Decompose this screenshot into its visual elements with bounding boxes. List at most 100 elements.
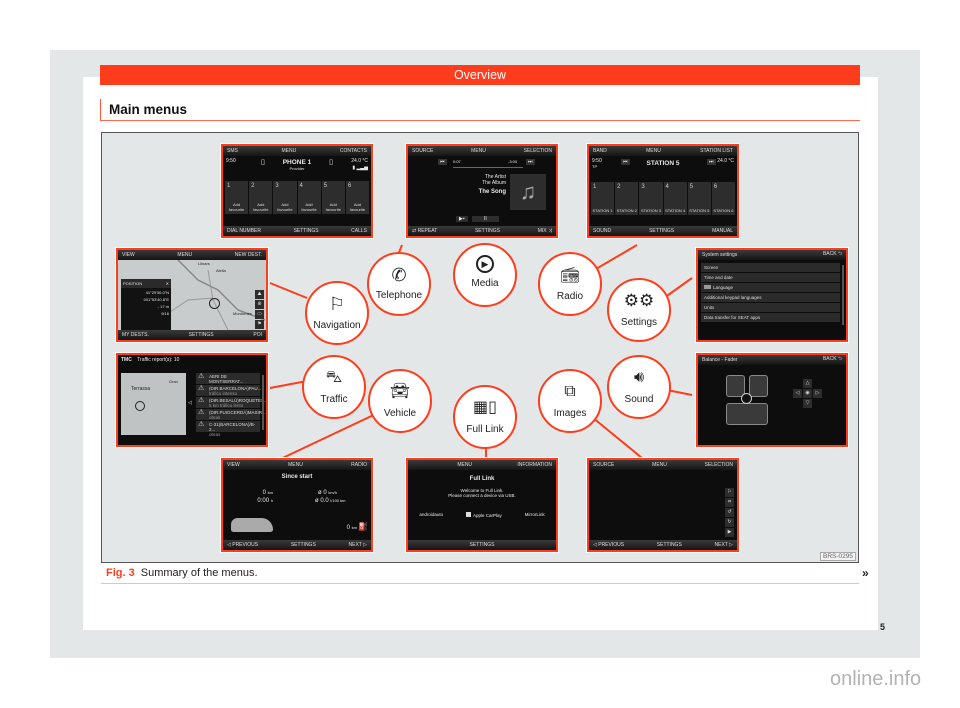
preset-slot[interactable]: 2 STATION 2 [615, 182, 639, 215]
up-arrow-button[interactable]: △ [803, 379, 812, 388]
route-icon[interactable]: ⚑ [255, 320, 264, 329]
view-button[interactable]: VIEW [122, 252, 135, 258]
preset-slot[interactable]: 5 STATION 5 [687, 182, 711, 215]
menu-button[interactable]: MENU [457, 462, 472, 468]
settings-button[interactable]: SETTINGS [294, 228, 319, 234]
balance-point-icon[interactable] [741, 393, 752, 404]
list-item[interactable]: Language [701, 283, 840, 292]
station-list-button[interactable]: STATION LIST [700, 148, 733, 154]
manual-button[interactable]: MANUAL [712, 228, 733, 234]
new-destination-button[interactable]: NEW DEST. [235, 252, 262, 258]
calls-button[interactable]: CALLS [351, 228, 367, 234]
slideshow-play-icon[interactable]: ▶ [725, 528, 734, 537]
sound-button[interactable]: SOUND [593, 228, 611, 234]
contacts-button[interactable]: CONTACTS [340, 148, 367, 154]
list-item[interactable]: Time and date [701, 273, 840, 282]
list-item[interactable]: Data transfer for SEAT apps [701, 313, 840, 322]
settings-button[interactable]: SETTINGS [189, 332, 214, 338]
previous-track-icon[interactable]: ⏮ [438, 159, 447, 165]
favourite-slot[interactable]: 4 Add favourite [297, 181, 321, 214]
rotate-left-icon[interactable]: ↺ [725, 508, 734, 517]
repeat-button[interactable]: ⇄ REPEAT [412, 228, 437, 234]
info-icon[interactable]: ⚐ [725, 488, 734, 497]
previous-button[interactable]: ◁ PREVIOUS [593, 542, 624, 548]
map-mode-icon[interactable]: ⛰ [255, 290, 264, 299]
menu-button[interactable]: MENU [288, 462, 303, 468]
mirrorlink-option[interactable]: MirrorLink [525, 512, 545, 518]
preset-slot[interactable]: 3 STATION 3 [639, 182, 663, 215]
menu-button[interactable]: MENU [646, 148, 661, 154]
menu-button[interactable]: MENU [177, 252, 192, 258]
information-button[interactable]: INFORMATION [517, 462, 552, 468]
favourite-slot[interactable]: 5 Add favourite [321, 181, 345, 214]
source-button[interactable]: SOURCE [412, 148, 433, 154]
traffic-report[interactable]: ⚠ (DIR.BESALÚ)ROQUETES... 5 km tráfico len… [196, 397, 266, 408]
next-track-icon[interactable]: ⏭ [526, 159, 535, 165]
dial-number-button[interactable]: DIAL NUMBER [227, 228, 261, 234]
band-button[interactable]: BAND [593, 148, 607, 154]
traffic-report[interactable]: ⚠ C-31(BARCELONA)/B-2... obras [196, 421, 260, 437]
list-item[interactable]: Screen [701, 263, 840, 272]
menu-circle-media[interactable]: ▶ Media [453, 243, 517, 307]
next-button[interactable]: NEXT ▷ [349, 542, 367, 548]
favourite-slot[interactable]: 6 Add favourite [345, 181, 370, 214]
traffic-report[interactable]: ⚠ (DIR.BARCELONA)PAU... tráfico intenso [196, 385, 261, 396]
radio-button[interactable]: RADIO [351, 462, 367, 468]
left-arrow-button[interactable]: ◁ [793, 389, 802, 398]
android-auto-option[interactable]: androidauto [419, 512, 443, 518]
preset-slot[interactable]: 6 STATION 6 [711, 182, 736, 215]
next-button[interactable]: NEXT ▷ [715, 542, 733, 548]
back-button[interactable]: BACK ⮌ [823, 251, 842, 259]
menu-button[interactable]: MENU [652, 462, 667, 468]
traffic-report[interactable]: ⚠ (DIR.PUIGCERDÀ)MASIR... obras [196, 409, 266, 420]
list-item[interactable]: Units [701, 303, 840, 312]
menu-circle-settings[interactable]: ⚙⚙ Settings [607, 278, 671, 342]
selection-button[interactable]: SELECTION [705, 462, 733, 468]
traffic-report[interactable]: ⚠AERI DE MONTSERRAT...obras [196, 373, 260, 389]
my-destinations-button[interactable]: MY DESTS. [122, 332, 149, 338]
mix-button[interactable]: MIX ⤨ [538, 228, 552, 234]
car-seats-diagram[interactable] [722, 371, 772, 431]
settings-button[interactable]: SETTINGS [291, 542, 316, 548]
play-mode-button[interactable]: ▶▪ [456, 216, 468, 222]
menu-circle-traffic[interactable]: ⛍ Traffic [302, 355, 366, 419]
rotate-right-icon[interactable]: ↻ [725, 518, 734, 527]
menu-button[interactable]: MENU [281, 148, 296, 154]
menu-circle-telephone[interactable]: ✆ Telephone [367, 252, 431, 316]
menu-circle-full-link[interactable]: ▦▯ Full Link [453, 385, 517, 449]
menu-circle-navigation[interactable]: ⚐ Navigation [305, 281, 369, 345]
fit-screen-icon[interactable]: ⌗ [725, 498, 734, 507]
preset-slot[interactable]: 4 STATION 4 [663, 182, 687, 215]
scrollbar[interactable] [842, 265, 844, 325]
seek-forward-icon[interactable]: ⏭ [707, 159, 716, 165]
map[interactable]: Llinars Alella Montornès POSITION ✕ 41°2… [118, 260, 266, 330]
collapse-arrow-icon[interactable]: ◁ [188, 400, 192, 406]
favourite-slot[interactable]: 3 Add favourite [273, 181, 297, 214]
center-button[interactable]: ◉ [803, 389, 812, 398]
zoom-icon[interactable]: ▭ [255, 310, 264, 319]
settings-button[interactable]: SETTINGS [475, 228, 500, 234]
source-button[interactable]: SOURCE [593, 462, 614, 468]
poi-button[interactable]: POI [253, 332, 262, 338]
menu-circle-sound[interactable]: 🔊︎ Sound [607, 355, 671, 419]
settings-button[interactable]: SETTINGS [657, 542, 682, 548]
menu-circle-radio[interactable]: 📻︎ Radio [538, 252, 602, 316]
menu-circle-images[interactable]: ⧉ Images [538, 369, 602, 433]
list-item[interactable]: Additional keypad languages [701, 293, 840, 302]
back-button[interactable]: BACK ⮌ [823, 356, 842, 364]
right-arrow-button[interactable]: ▷ [813, 389, 822, 398]
favourite-slot[interactable]: 1 Add favourite [225, 181, 249, 214]
previous-button[interactable]: ◁ PREVIOUS [227, 542, 258, 548]
selection-button[interactable]: SELECTION [524, 148, 552, 154]
progress-bar[interactable] [453, 167, 523, 168]
compass-icon[interactable]: ⊕ [255, 300, 264, 309]
preset-slot[interactable]: 1 STATION 1 [591, 182, 615, 215]
pause-button[interactable]: II [472, 216, 499, 222]
down-arrow-button[interactable]: ▽ [803, 399, 812, 408]
favourite-slot[interactable]: 2 Add favourite [249, 181, 273, 214]
view-button[interactable]: VIEW [227, 462, 240, 468]
scrollbar[interactable] [262, 375, 264, 430]
menu-circle-vehicle[interactable]: 🚘︎ Vehicle [368, 369, 432, 433]
settings-button[interactable]: SETTINGS [469, 542, 494, 548]
apple-carplay-option[interactable]: Apple CarPlay [466, 512, 502, 518]
